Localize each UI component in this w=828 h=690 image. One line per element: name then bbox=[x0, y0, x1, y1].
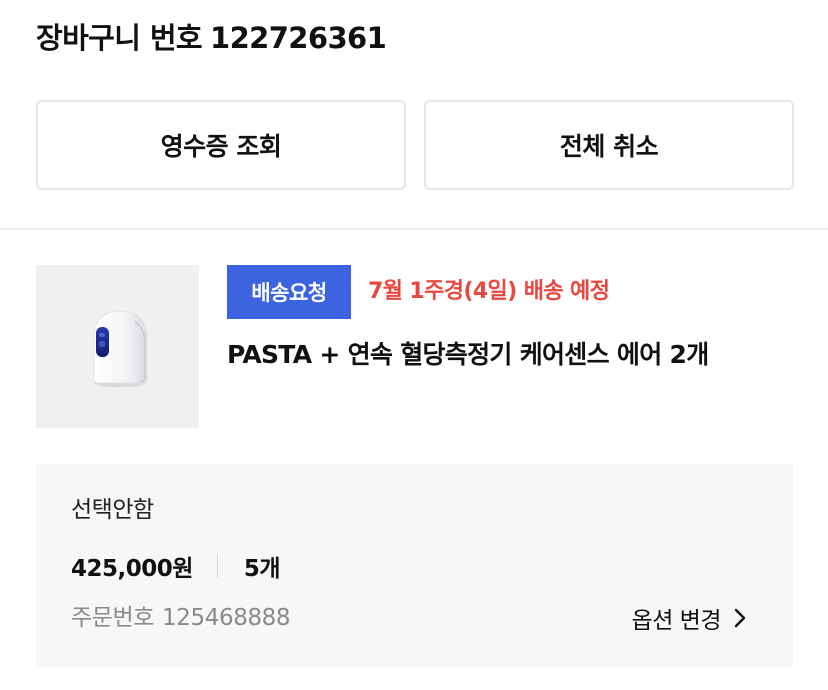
order-number: 주문번호 125468888 bbox=[71, 600, 291, 636]
price-quantity-row: 425,000원 5개 bbox=[71, 548, 281, 584]
cancel-all-button[interactable]: 전체 취소 bbox=[424, 100, 794, 190]
product-thumbnail[interactable] bbox=[36, 265, 199, 428]
receipt-view-button[interactable]: 영수증 조회 bbox=[36, 100, 406, 190]
delivery-eta-text: 7월 1주경(4일) 배송 예정 bbox=[368, 279, 610, 304]
section-divider bbox=[0, 228, 828, 230]
cart-number-value: 122726361 bbox=[209, 21, 387, 55]
glucose-monitor-device-icon bbox=[93, 310, 148, 387]
cart-number-header: 장바구니 번호 122726361 bbox=[36, 16, 387, 60]
order-number-value: 125468888 bbox=[162, 605, 291, 631]
chevron-right-icon bbox=[734, 608, 746, 628]
option-box: 선택안함 425,000원 5개 주문번호 125468888 옵션 변경 bbox=[36, 464, 793, 667]
order-number-label: 주문번호 bbox=[71, 605, 155, 631]
cancel-all-label: 전체 취소 bbox=[559, 132, 659, 161]
cart-number-label: 장바구니 번호 bbox=[36, 21, 203, 55]
option-change-label: 옵션 변경 bbox=[631, 608, 722, 634]
item-quantity: 5개 bbox=[243, 556, 281, 582]
option-label: 선택안함 bbox=[71, 497, 154, 523]
delivery-status-badge: 배송요청 bbox=[227, 265, 351, 319]
receipt-view-label: 영수증 조회 bbox=[160, 132, 282, 161]
product-name[interactable]: PASTA + 연속 혈당측정기 케어센스 에어 2개 bbox=[227, 333, 709, 377]
price-quantity-separator bbox=[216, 554, 218, 578]
option-change-button[interactable]: 옵션 변경 bbox=[632, 600, 747, 636]
item-price: 425,000원 bbox=[71, 556, 193, 582]
